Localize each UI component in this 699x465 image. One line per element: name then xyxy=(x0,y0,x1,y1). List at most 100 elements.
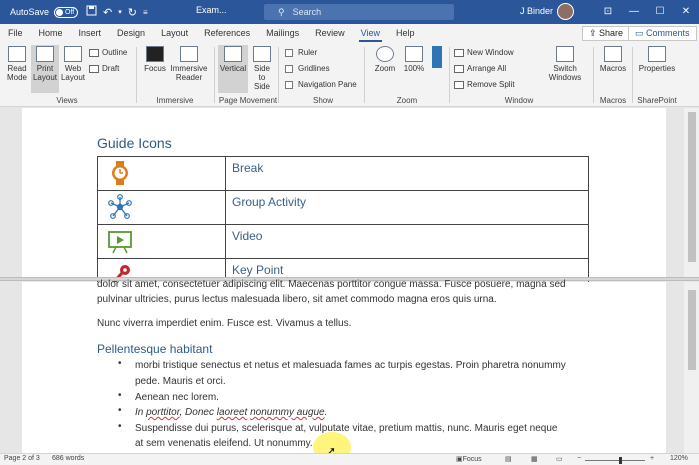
list-item: In porttitor, Donec laoreet nonummy augu… xyxy=(135,405,595,421)
zoom-slider[interactable] xyxy=(585,460,645,461)
gridlines-checkbox[interactable]: Gridlines xyxy=(285,64,330,73)
remove-split-label: Remove Split xyxy=(467,80,515,89)
macros-button[interactable]: Macros xyxy=(597,46,629,73)
minimize-icon[interactable]: — xyxy=(621,0,647,24)
outline-icon xyxy=(89,48,99,57)
vertical-button[interactable]: Vertical xyxy=(218,45,248,93)
autosave-toggle[interactable]: Off xyxy=(54,6,79,18)
tab-view[interactable]: View xyxy=(353,24,388,43)
ruler-label: Ruler xyxy=(298,48,318,57)
redo-icon[interactable]: ↻ xyxy=(128,6,137,19)
autosave[interactable]: AutoSave Off xyxy=(10,6,79,18)
comments-button[interactable]: ▭ Comments xyxy=(628,26,697,41)
bullet-marker: • xyxy=(118,421,122,432)
title-bar: AutoSave Off ↶ ▾ ↻ ≡ Exam... ⚲ Search J … xyxy=(0,0,699,24)
new-window-label: New Window xyxy=(467,48,514,57)
maximize-icon[interactable]: ☐ xyxy=(647,0,673,24)
misspelled-word[interactable]: nonummy augue xyxy=(250,407,325,418)
word-count[interactable]: 686 words xyxy=(52,455,84,462)
close-icon[interactable]: ✕ xyxy=(673,0,699,24)
text-run: In xyxy=(135,407,147,418)
group-divider xyxy=(364,47,365,103)
immersive-reader-button[interactable]: Immersive Reader xyxy=(170,46,208,82)
tab-review[interactable]: Review xyxy=(307,24,353,43)
remove-split-button[interactable]: Remove Split xyxy=(454,80,515,89)
page-count[interactable]: Page 2 of 3 xyxy=(4,455,40,462)
ruler-checkbox[interactable]: Ruler xyxy=(285,48,317,57)
table-row: Break xyxy=(97,156,589,191)
switch-windows-icon xyxy=(556,46,574,62)
navigation-pane-checkbox[interactable]: Navigation Pane xyxy=(285,80,357,89)
group-divider xyxy=(278,47,279,103)
tab-design[interactable]: Design xyxy=(109,24,153,43)
top-pane-scroll-thumb[interactable] xyxy=(688,112,696,262)
draft-button[interactable]: Draft xyxy=(89,64,119,73)
search-input[interactable]: ⚲ Search xyxy=(264,4,454,20)
vertical-label: Vertical xyxy=(219,64,247,73)
gridlines-label: Gridlines xyxy=(298,64,330,73)
misspelled-word[interactable]: laoreet xyxy=(217,407,248,418)
zoom-out-button[interactable]: − xyxy=(577,455,581,462)
print-layout-icon[interactable]: ▦ xyxy=(531,455,538,463)
paragraph: Nunc viverra imperdiet enim. Fusce est. … xyxy=(97,318,352,329)
zoom-slider-thumb[interactable] xyxy=(619,457,622,464)
save-icon[interactable] xyxy=(86,5,97,19)
table-row: Group Activity xyxy=(97,190,589,225)
tab-help[interactable]: Help xyxy=(388,24,423,43)
web-layout-button[interactable]: Web Layout xyxy=(59,46,87,82)
bullet-marker: • xyxy=(118,358,122,369)
web-layout-icon[interactable]: ▭ xyxy=(556,455,563,463)
tab-home[interactable]: Home xyxy=(31,24,71,43)
zoom-icon xyxy=(376,46,394,62)
arrange-all-button[interactable]: Arrange All xyxy=(454,64,506,73)
network-icon xyxy=(108,194,132,219)
focus-mode-button[interactable]: ▣ Focus xyxy=(456,455,482,463)
new-window-button[interactable]: New Window xyxy=(454,48,514,57)
read-mode-icon[interactable]: ▤ xyxy=(505,455,512,463)
tab-file[interactable]: File xyxy=(0,24,31,43)
show-group-label: Show xyxy=(312,96,333,105)
page-view-button[interactable] xyxy=(428,46,446,70)
zoom-group-label: Zoom xyxy=(396,96,418,105)
ribbon: Read Mode Print Layout Web Layout Outlin… xyxy=(0,43,699,107)
window-controls: ⊡ — ☐ ✕ xyxy=(595,0,699,24)
properties-label: Properties xyxy=(638,64,676,73)
properties-button[interactable]: Properties xyxy=(637,46,677,73)
customize-icon[interactable]: ▾ xyxy=(118,8,122,16)
undo-icon[interactable]: ↶ xyxy=(103,6,112,19)
switch-windows-button[interactable]: Switch Windows xyxy=(545,46,585,82)
ribbon-display-icon[interactable]: ⊡ xyxy=(595,0,621,24)
share-button[interactable]: ⇪ Share xyxy=(582,26,631,41)
tab-references[interactable]: References xyxy=(196,24,258,43)
read-mode-button[interactable]: Read Mode xyxy=(3,46,31,82)
customize-qat-icon[interactable]: ≡ xyxy=(143,8,148,17)
window-group-label: Window xyxy=(504,96,534,105)
autosave-label: AutoSave xyxy=(10,7,50,17)
tab-layout[interactable]: Layout xyxy=(153,24,196,43)
page-view-icon xyxy=(432,46,442,68)
group-divider xyxy=(632,47,633,103)
zoom-button[interactable]: Zoom xyxy=(370,46,400,73)
page-movement-group-label: Page Movement xyxy=(218,96,278,105)
tab-insert[interactable]: Insert xyxy=(71,24,110,43)
focus-button[interactable]: Focus xyxy=(142,46,168,73)
arrange-all-label: Arrange All xyxy=(467,64,507,73)
misspelled-word[interactable]: porttitor xyxy=(146,407,179,418)
side-to-side-button[interactable]: Side to Side xyxy=(250,46,274,91)
print-layout-button[interactable]: Print Layout xyxy=(31,45,59,93)
tab-mailings[interactable]: Mailings xyxy=(258,24,307,43)
zoom-in-button[interactable]: + xyxy=(650,455,654,462)
bullet-marker: • xyxy=(118,390,122,401)
zoom-100-icon xyxy=(405,46,423,62)
new-window-icon xyxy=(454,48,464,57)
focus-mode-label: Focus xyxy=(462,456,482,463)
avatar[interactable] xyxy=(557,3,574,20)
bullet-marker: • xyxy=(118,405,122,416)
user-name[interactable]: J Binder xyxy=(520,6,553,16)
outline-button[interactable]: Outline xyxy=(89,48,127,57)
list-item-continuation: pede. Mauris et orci. xyxy=(135,376,226,387)
zoom-100-button[interactable]: 100% xyxy=(401,46,427,73)
bottom-pane-scroll-thumb[interactable] xyxy=(688,290,696,370)
zoom-level[interactable]: 120% xyxy=(670,455,688,462)
draft-icon xyxy=(89,64,99,73)
